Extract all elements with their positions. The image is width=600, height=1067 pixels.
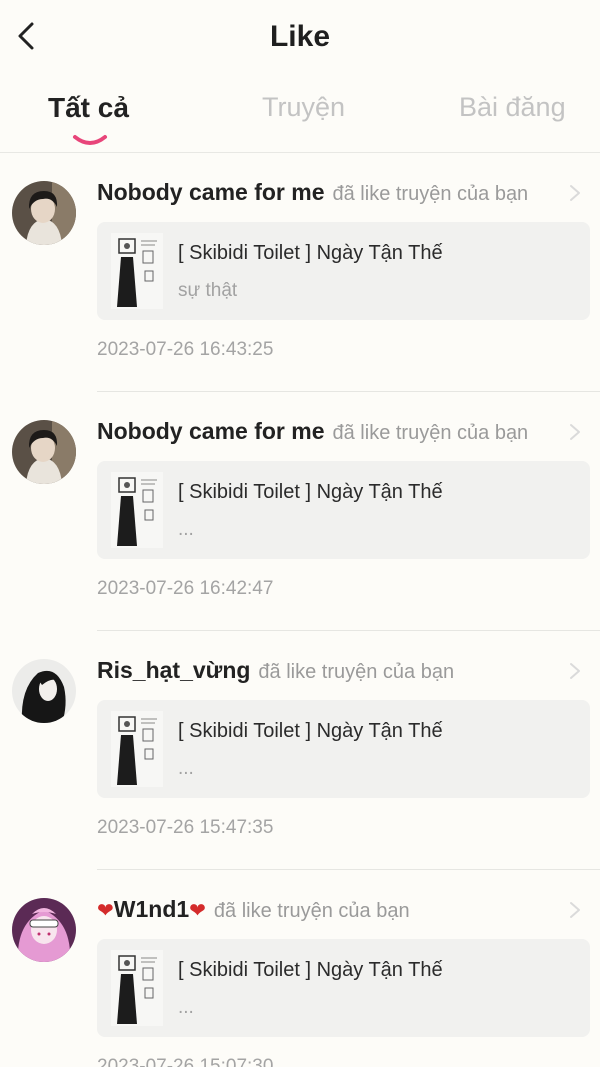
action-text: đã like truyện của bạn: [332, 422, 529, 444]
avatar[interactable]: [12, 181, 76, 245]
avatar[interactable]: [12, 420, 76, 484]
story-title: [ Skibidi Toilet ] Ngày Tận Thế: [178, 959, 443, 981]
list-item: ❤ W1nd1 ❤ đã like truyện của bạn [ Skibi: [0, 870, 600, 1067]
action-text: đã like truyện của bạn: [213, 900, 410, 922]
list-item: Nobody came for me đã like truyện của bạ…: [0, 392, 600, 631]
chevron-right-icon[interactable]: [568, 422, 582, 442]
story-title: [ Skibidi Toilet ] Ngày Tận Thế: [178, 481, 443, 503]
page-title: Like: [269, 20, 331, 53]
notification-header: Nobody came for me đã like truyện của bạ…: [97, 418, 560, 448]
tab-bar: Tất cả Truyện Bài đăng: [0, 82, 600, 152]
heart-icon: ❤: [97, 900, 114, 922]
heart-icon: ❤: [189, 900, 206, 922]
story-card[interactable]: [ Skibidi Toilet ] Ngày Tận Thế ...: [97, 700, 590, 798]
notification-header: Ris_hạt_vừng đã like truyện của bạn: [97, 657, 560, 687]
timestamp: 2023-07-26 16:43:25: [97, 339, 274, 360]
story-card[interactable]: [ Skibidi Toilet ] Ngày Tận Thế ...: [97, 939, 590, 1037]
story-thumbnail: [111, 950, 163, 1026]
notification-header: Nobody came for me đã like truyện của bạ…: [97, 179, 560, 209]
story-title: [ Skibidi Toilet ] Ngày Tận Thế: [178, 242, 443, 264]
username[interactable]: Ris_hạt_vừng: [97, 657, 250, 684]
timestamp: 2023-07-26 15:47:35: [97, 817, 274, 838]
username[interactable]: Nobody came for me: [97, 179, 325, 206]
list-item: Ris_hạt_vừng đã like truyện của bạn [ Sk…: [0, 631, 600, 870]
username[interactable]: W1nd1: [114, 896, 189, 923]
story-thumbnail: [111, 472, 163, 548]
notification-list: Nobody came for me đã like truyện của bạ…: [0, 153, 600, 1067]
story-card[interactable]: [ Skibidi Toilet ] Ngày Tận Thế ...: [97, 461, 590, 559]
tab-all[interactable]: Tất cả: [48, 92, 129, 124]
timestamp: 2023-07-26 15:07:30: [97, 1056, 274, 1067]
top-bar: Like: [0, 0, 600, 78]
notification-header: ❤ W1nd1 ❤ đã like truyện của bạn: [97, 896, 560, 926]
story-title: [ Skibidi Toilet ] Ngày Tận Thế: [178, 720, 443, 742]
story-thumbnail: [111, 233, 163, 309]
story-subtitle: ...: [178, 758, 194, 779]
action-text: đã like truyện của bạn: [258, 661, 455, 683]
action-text: đã like truyện của bạn: [332, 183, 529, 205]
story-subtitle: sự thật: [178, 280, 238, 301]
username[interactable]: Nobody came for me: [97, 418, 325, 445]
chevron-right-icon[interactable]: [568, 900, 582, 920]
timestamp: 2023-07-26 16:42:47: [97, 578, 274, 599]
chevron-right-icon[interactable]: [568, 183, 582, 203]
story-thumbnail: [111, 711, 163, 787]
avatar[interactable]: [12, 659, 76, 723]
avatar[interactable]: [12, 898, 76, 962]
tab-posts[interactable]: Bài đăng: [459, 92, 566, 123]
tab-stories[interactable]: Truyện: [262, 92, 345, 123]
story-subtitle: ...: [178, 519, 194, 540]
active-tab-indicator: [73, 135, 107, 145]
story-subtitle: ...: [178, 997, 194, 1018]
list-item: Nobody came for me đã like truyện của bạ…: [0, 153, 600, 392]
chevron-right-icon[interactable]: [568, 661, 582, 681]
story-card[interactable]: [ Skibidi Toilet ] Ngày Tận Thế sự thật: [97, 222, 590, 320]
